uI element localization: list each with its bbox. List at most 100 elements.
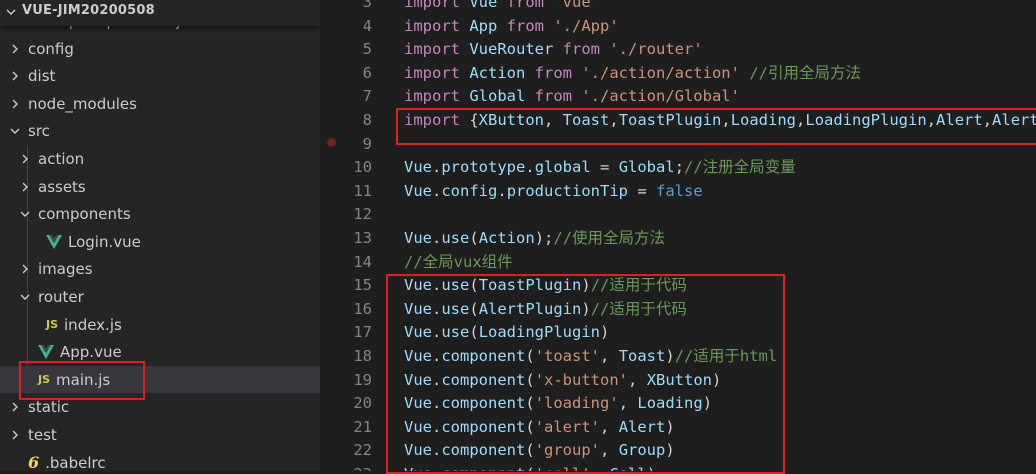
chevron-right-icon <box>8 63 22 90</box>
tree-row-index-js[interactable]: JS index.js <box>0 311 320 338</box>
babel-file-icon: 6 <box>28 453 39 471</box>
code-token: Vue <box>469 0 507 11</box>
code-line: 4 import App from './App' <box>320 15 1036 38</box>
tree-row-login-vue[interactable]: Login.vue <box>0 228 320 255</box>
tree-row-label: src <box>28 122 50 141</box>
tree-row-label: router <box>38 287 84 306</box>
code-token: Vue <box>404 229 432 247</box>
line-number: 11 <box>353 181 372 200</box>
code-token: ( <box>469 229 479 247</box>
tree-row-test[interactable]: test <box>0 421 320 448</box>
vue-file-icon <box>38 345 54 360</box>
code-text[interactable]: import Global from './action/Global' <box>404 85 740 108</box>
code-text[interactable]: import Vue from 'vue' <box>404 0 600 14</box>
js-file-icon: JS <box>46 318 58 331</box>
vue-file-icon <box>46 234 62 249</box>
code-token: . <box>432 181 442 200</box>
tree-row-label: index.js <box>64 315 122 334</box>
code-token: //使用全局方法 <box>553 229 666 247</box>
code-token: prototype <box>441 158 526 177</box>
tree-row-label: action <box>38 149 85 168</box>
chevron-right-icon <box>18 145 32 172</box>
code-token: use <box>441 229 470 247</box>
code-line: 13 Vue.use(Action);//使用全局方法 <box>320 227 1036 250</box>
line-number: 9 <box>362 134 372 153</box>
code-token: import <box>404 16 470 35</box>
tree-row-label: config <box>28 39 74 58</box>
tree-row-dist[interactable]: dist <box>0 63 320 90</box>
code-token: ); <box>534 229 554 247</box>
line-number: 5 <box>362 40 372 59</box>
code-line: 5 import VueRouter from './router' <box>320 38 1036 61</box>
chevron-down-icon <box>4 0 18 24</box>
chevron-right-icon <box>8 90 22 117</box>
tree-row-label: Login.vue <box>68 232 141 251</box>
line-number: 12 <box>353 205 372 224</box>
line-number: 10 <box>353 158 372 177</box>
code-token: from <box>562 40 610 59</box>
annotation-box-main-js <box>19 361 145 400</box>
code-token: Vue <box>404 158 432 177</box>
code-token: . <box>432 229 442 247</box>
tree-row-router[interactable]: router <box>0 283 320 310</box>
code-token: false <box>656 181 703 200</box>
code-token: Global <box>618 158 675 177</box>
code-line: 6 import Action from './action/action' //… <box>320 62 1036 85</box>
line-number: 16 <box>353 299 372 318</box>
code-token: //全局vux组件 <box>404 252 513 271</box>
code-token: './router' <box>609 40 703 59</box>
explorer-sidebar: webpack.prod.conf.js VUE-JIM20200508 con… <box>0 0 320 471</box>
tree-row-config[interactable]: config <box>0 35 320 62</box>
tree-row-action[interactable]: action <box>0 145 320 172</box>
line-number: 4 <box>362 16 372 35</box>
line-number: 6 <box>362 63 372 82</box>
line-number: 13 <box>353 229 372 247</box>
annotation-box-vue-use-block <box>386 274 785 474</box>
code-token: VueRouter <box>469 40 563 59</box>
tree-row-label: assets <box>38 177 86 196</box>
code-token: . <box>432 158 442 177</box>
code-token: from <box>506 0 554 11</box>
tree-row-components[interactable]: components <box>0 201 320 228</box>
tree-row-src[interactable]: src <box>0 118 320 145</box>
code-text[interactable]: import App from './App' <box>404 15 619 38</box>
code-token: import <box>404 40 470 59</box>
code-token: import <box>404 87 470 106</box>
code-text[interactable]: Vue.use(Action);//使用全局方法 <box>404 227 665 250</box>
line-number: 23 <box>320 463 372 471</box>
line-number: 19 <box>353 370 372 389</box>
code-token: productionTip <box>506 181 629 200</box>
line-number: 8 <box>362 111 372 129</box>
code-token: import <box>404 63 470 82</box>
code-text[interactable]: Vue.prototype.global = Global;//注册全局变量 <box>404 156 796 179</box>
code-token: './action/action' <box>581 63 750 82</box>
tree-row-label: components <box>38 205 131 224</box>
chevron-down-icon <box>18 283 32 310</box>
chevron-down-icon <box>8 118 22 145</box>
chevron-right-icon <box>18 256 32 283</box>
code-token: Action <box>469 63 535 82</box>
code-text[interactable]: Vue.config.productionTip = false <box>404 180 703 203</box>
code-text[interactable]: import Action from './action/action' //引… <box>404 62 861 85</box>
code-token: Vue <box>404 181 432 200</box>
annotation-box-import-line <box>396 108 1036 145</box>
tree-row-babelrc[interactable]: 6 .babelrc <box>0 449 320 471</box>
code-token: global <box>534 158 591 177</box>
line-number: 17 <box>353 323 372 342</box>
code-token: = <box>628 181 657 200</box>
code-line: 7 import Global from './action/Global' <box>320 85 1036 108</box>
code-token: //引用全局方法 <box>749 63 861 82</box>
code-text[interactable]: import VueRouter from './router' <box>404 38 703 61</box>
code-token: './action/Global' <box>581 87 740 106</box>
tree-row-images[interactable]: images <box>0 256 320 283</box>
chevron-right-icon <box>8 35 22 62</box>
explorer-project-header[interactable]: VUE-JIM20200508 <box>0 0 320 26</box>
tree-row-label: .babelrc <box>45 453 106 472</box>
code-line: 3 import Vue from 'vue' <box>320 0 1036 14</box>
tree-row-assets[interactable]: assets <box>0 173 320 200</box>
code-text[interactable]: //全局vux组件 <box>404 251 513 274</box>
tree-row-node-modules[interactable]: node_modules <box>0 90 320 117</box>
code-token: 'vue' <box>553 0 600 11</box>
code-line: 11 Vue.config.productionTip = false <box>320 180 1036 203</box>
code-token: //注册全局变量 <box>684 158 796 177</box>
